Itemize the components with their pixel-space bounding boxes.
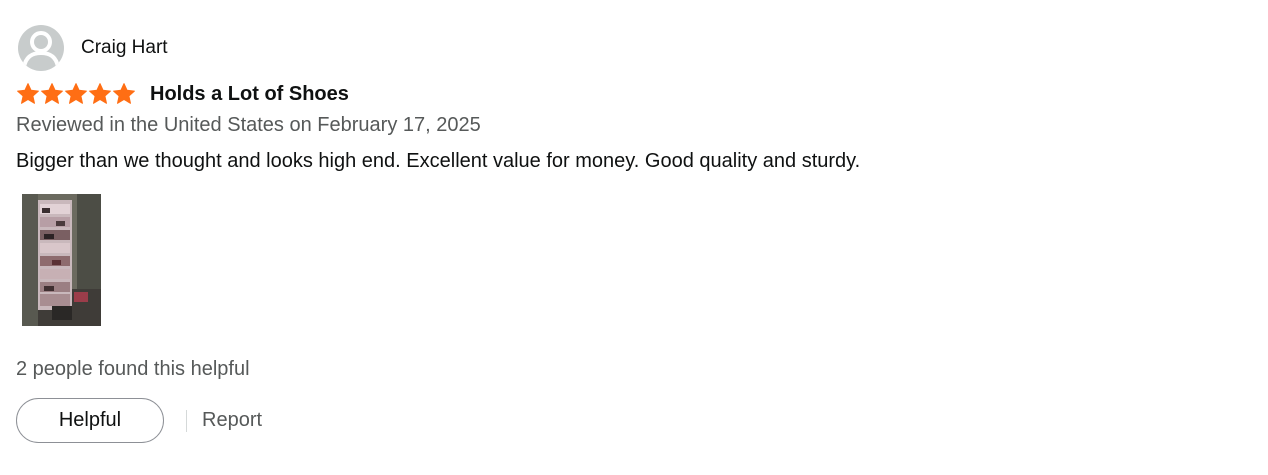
avatar[interactable] bbox=[18, 25, 64, 71]
review-actions: Helpful Report bbox=[16, 397, 262, 444]
report-link[interactable]: Report bbox=[202, 408, 262, 432]
user-silhouette-icon bbox=[22, 31, 60, 68]
helpful-button[interactable]: Helpful bbox=[16, 398, 164, 443]
reviewer-profile[interactable]: Craig Hart bbox=[16, 25, 1246, 71]
star-icon bbox=[17, 83, 39, 104]
review-title[interactable]: Holds a Lot of Shoes bbox=[150, 81, 349, 107]
star-rating[interactable] bbox=[16, 82, 136, 106]
helpful-count: 2 people found this helpful bbox=[16, 358, 250, 380]
rating-row: Holds a Lot of Shoes bbox=[16, 81, 1246, 107]
star-icon bbox=[113, 83, 135, 104]
action-divider bbox=[186, 409, 187, 432]
review-image-thumbnail[interactable] bbox=[22, 194, 101, 326]
star-icon bbox=[41, 83, 63, 104]
review-date: Reviewed in the United States on Februar… bbox=[16, 114, 481, 136]
reviewer-name[interactable]: Craig Hart bbox=[81, 36, 168, 60]
review-card: Craig Hart Holds a Lot of Shoes Reviewed… bbox=[16, 25, 1246, 443]
star-icon bbox=[89, 83, 111, 104]
shoe-rack-photo bbox=[22, 194, 101, 326]
review-body: Bigger than we thought and looks high en… bbox=[16, 150, 861, 172]
star-icon bbox=[65, 83, 87, 104]
